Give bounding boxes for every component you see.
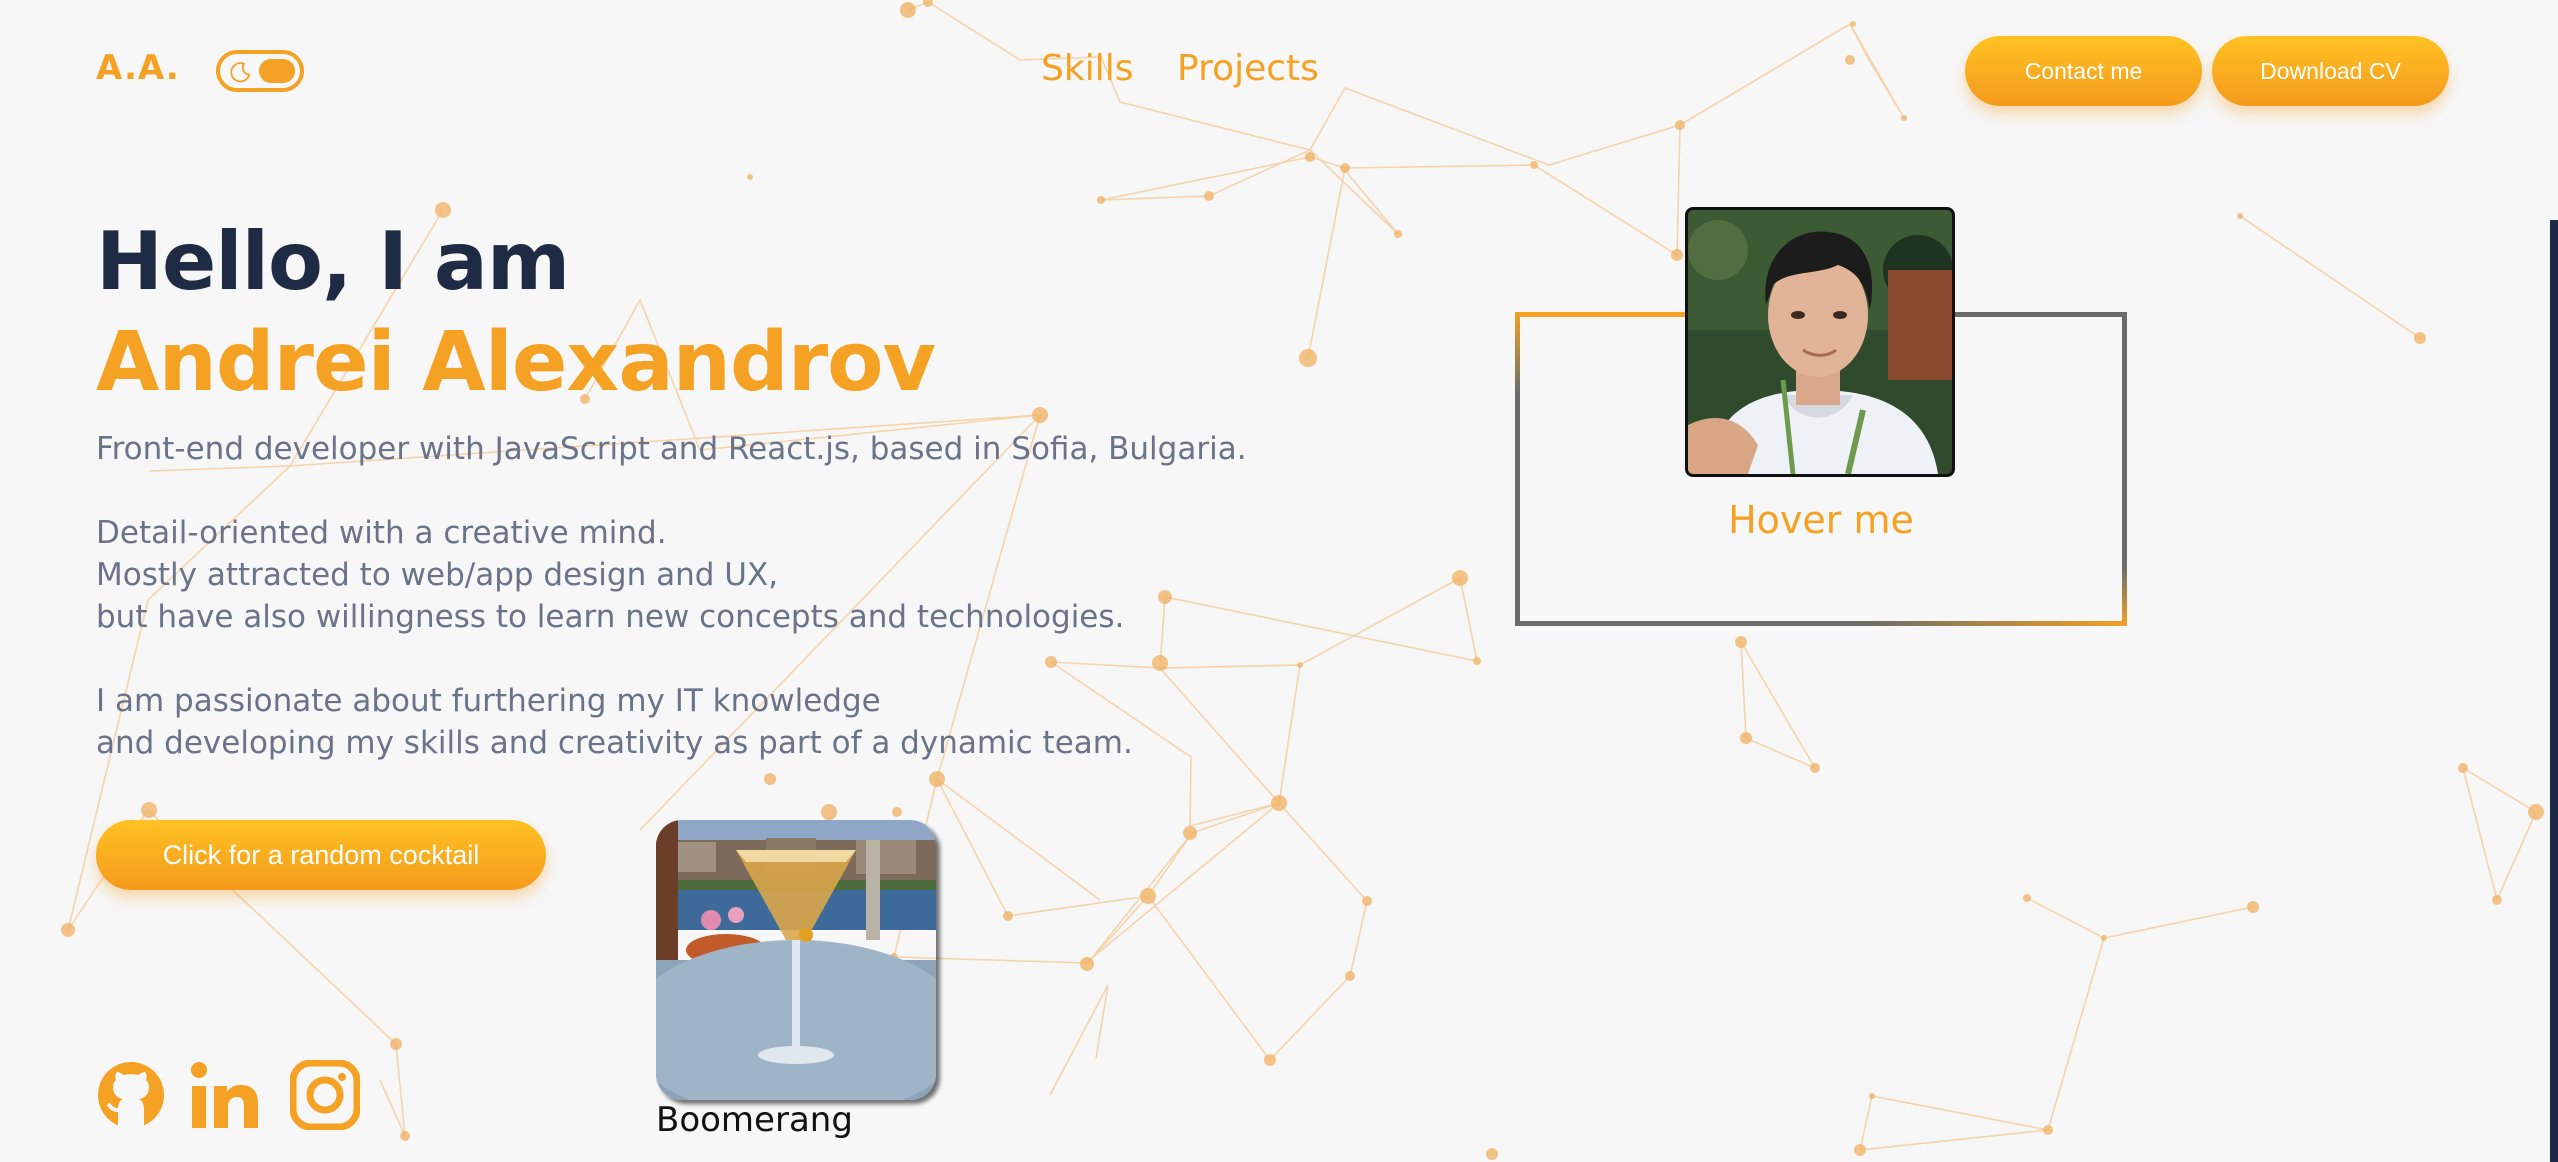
- bio-line: but have also willingness to learn new c…: [96, 599, 1125, 635]
- hover-me-label: Hover me: [1728, 498, 1914, 542]
- scrollbar-thumb[interactable]: [2550, 0, 2558, 220]
- bio-line: Front-end developer with JavaScript and …: [96, 431, 1247, 467]
- card-accent-left: [1515, 312, 1520, 392]
- page-scrollbar[interactable]: [2550, 0, 2558, 1162]
- random-cocktail-button[interactable]: Click for a random cocktail: [96, 820, 546, 890]
- nav-link-skills[interactable]: Skills: [1041, 48, 1133, 89]
- bio-line: I am passionate about furthering my IT k…: [96, 683, 881, 719]
- nav-link-projects[interactable]: Projects: [1177, 48, 1319, 89]
- card-accent-right: [2122, 566, 2127, 626]
- moon-icon: [230, 62, 251, 83]
- site-logo[interactable]: A.A.: [96, 48, 180, 88]
- name-heading: Andrei Alexandrov: [96, 315, 936, 410]
- greeting-heading: Hello, I am: [96, 215, 570, 308]
- bio-line: Detail-oriented with a creative mind.: [96, 515, 667, 551]
- card-accent-top: [1515, 312, 1695, 317]
- cocktail-name: Boomerang: [656, 1100, 853, 1140]
- bio-line: and developing my skills and creativity …: [96, 725, 1133, 761]
- cocktail-image: [656, 820, 936, 1100]
- profile-photo: [1685, 207, 1955, 477]
- card-accent-bottom: [1867, 621, 2127, 626]
- download-cv-button[interactable]: Download CV: [2212, 36, 2449, 106]
- instagram-icon[interactable]: [290, 1060, 360, 1130]
- contact-me-button[interactable]: Contact me: [1965, 36, 2202, 106]
- bio-line: Mostly attracted to web/app design and U…: [96, 557, 779, 593]
- github-icon[interactable]: [96, 1060, 166, 1130]
- linkedin-icon[interactable]: [190, 1060, 260, 1130]
- toggle-knob: [259, 59, 295, 83]
- theme-toggle[interactable]: [216, 50, 304, 92]
